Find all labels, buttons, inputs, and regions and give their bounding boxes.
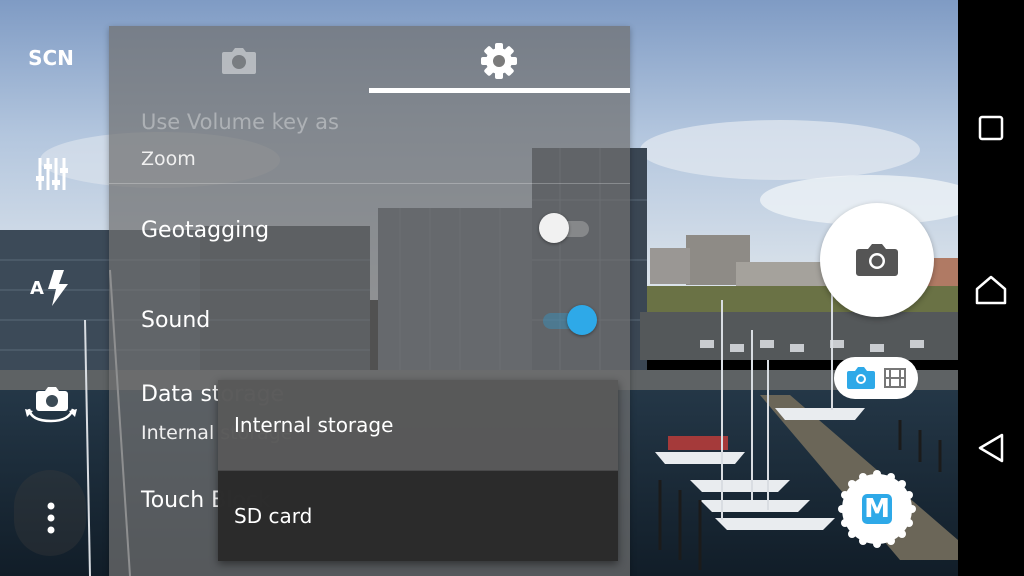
gear-icon: [481, 43, 517, 79]
recents-button[interactable]: [971, 108, 1011, 148]
volume-key-setting-title[interactable]: Use Volume key as: [141, 110, 339, 134]
svg-text:A: A: [30, 278, 44, 299]
divider: [109, 183, 630, 184]
storage-option-internal[interactable]: Internal storage: [218, 380, 618, 470]
camera-icon: [856, 244, 898, 276]
back-icon: [978, 433, 1004, 463]
more-options-button[interactable]: [36, 496, 66, 540]
manual-mode-label: M: [864, 494, 890, 524]
shutter-button[interactable]: [820, 203, 934, 317]
storage-option-sd-card[interactable]: SD card: [218, 471, 618, 561]
camera-icon: [222, 48, 256, 74]
manual-settings-button[interactable]: [28, 150, 76, 198]
storage-option-label: SD card: [234, 504, 313, 528]
volume-key-setting-value: Zoom: [141, 148, 196, 170]
geotagging-setting-title[interactable]: Geotagging: [141, 218, 269, 243]
more-vert-icon: [47, 502, 55, 534]
scene-mode-label: SCN: [28, 46, 74, 70]
back-button[interactable]: [971, 428, 1011, 468]
sliders-icon: [36, 158, 68, 190]
toggle-thumb: [567, 305, 597, 335]
home-button[interactable]: [971, 270, 1011, 310]
camera-icon: [847, 367, 875, 389]
system-navigation-bar: [958, 0, 1024, 576]
tab-general-settings[interactable]: [369, 26, 629, 96]
home-icon: [975, 275, 1007, 305]
flash-mode-button[interactable]: A: [26, 266, 78, 310]
toggle-thumb: [539, 213, 569, 243]
sound-setting-title[interactable]: Sound: [141, 308, 210, 333]
manual-mode-button[interactable]: M: [838, 470, 916, 548]
switch-camera-icon: [25, 387, 77, 423]
sound-toggle[interactable]: [539, 305, 597, 335]
tab-camera-settings[interactable]: [109, 26, 369, 96]
switch-camera-button[interactable]: [22, 380, 80, 430]
recents-icon: [978, 115, 1004, 141]
data-storage-options-menu: Internal storage SD card: [218, 380, 618, 561]
film-icon: [884, 368, 906, 388]
selected-tab-indicator: [369, 88, 630, 93]
geotagging-toggle[interactable]: [539, 213, 591, 243]
storage-option-label: Internal storage: [234, 413, 394, 437]
photo-video-mode-toggle[interactable]: [834, 357, 918, 399]
scene-mode-button[interactable]: SCN: [20, 42, 82, 74]
auto-flash-icon: A: [30, 270, 68, 306]
settings-tabs: [109, 26, 630, 96]
